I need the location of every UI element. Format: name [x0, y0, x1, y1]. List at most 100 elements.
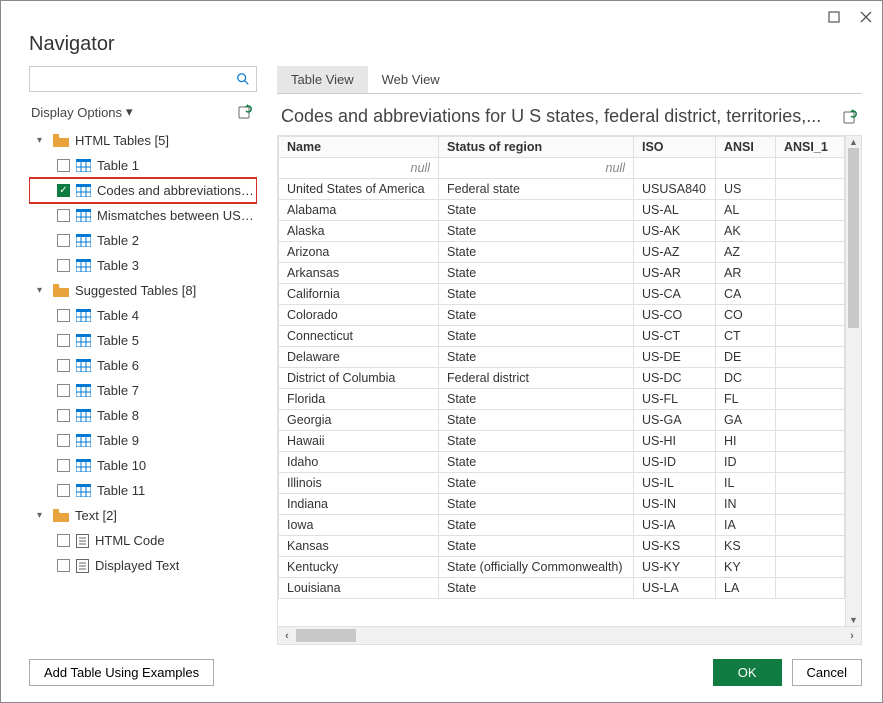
refresh-preview-icon[interactable] — [842, 109, 858, 125]
checkbox[interactable] — [57, 434, 70, 447]
tree-item-table[interactable]: Table 5 — [29, 328, 257, 353]
tree-item-table[interactable]: Table 2 — [29, 228, 257, 253]
tree-group-label: Suggested Tables [8] — [75, 283, 196, 298]
scroll-thumb[interactable] — [848, 148, 859, 328]
tab-web-view[interactable]: Web View — [368, 66, 454, 93]
tree-item-table[interactable]: Table 7 — [29, 378, 257, 403]
tree-item-table[interactable]: Table 10 — [29, 453, 257, 478]
col-header-ansi[interactable]: ANSI — [716, 137, 776, 158]
ok-button[interactable]: OK — [713, 659, 782, 686]
cancel-button[interactable]: Cancel — [792, 659, 862, 686]
checkbox[interactable]: ✓ — [57, 184, 70, 197]
table-row[interactable]: CaliforniaStateUS-CACA — [279, 284, 845, 305]
tree-item-table[interactable]: Table 8 — [29, 403, 257, 428]
checkbox[interactable] — [57, 334, 70, 347]
cell-iso: US-HI — [634, 431, 716, 452]
tree-group-html-tables[interactable]: ▾ HTML Tables [5] — [29, 128, 257, 153]
table-row[interactable]: LouisianaStateUS-LALA — [279, 578, 845, 599]
cell-ansi: IN — [716, 494, 776, 515]
checkbox[interactable] — [57, 359, 70, 372]
checkbox[interactable] — [57, 159, 70, 172]
table-row[interactable]: IllinoisStateUS-ILIL — [279, 473, 845, 494]
tree-item-table[interactable]: Table 6 — [29, 353, 257, 378]
checkbox[interactable] — [57, 259, 70, 272]
checkbox[interactable] — [57, 484, 70, 497]
filter-ansi[interactable] — [716, 158, 776, 179]
vertical-scrollbar[interactable]: ▲ ▼ — [845, 136, 861, 626]
col-header-iso[interactable]: ISO — [634, 137, 716, 158]
tab-table-view[interactable]: Table View — [277, 66, 368, 93]
checkbox[interactable] — [57, 384, 70, 397]
cell-name: California — [279, 284, 439, 305]
display-options-dropdown[interactable]: Display Options ▾ — [31, 104, 133, 120]
tree-item-table[interactable]: Table 3 — [29, 253, 257, 278]
search-input[interactable] — [36, 71, 236, 88]
table-row[interactable]: ColoradoStateUS-COCO — [279, 305, 845, 326]
table-row[interactable]: IdahoStateUS-IDID — [279, 452, 845, 473]
cell-ansi: LA — [716, 578, 776, 599]
col-header-status[interactable]: Status of region — [439, 137, 634, 158]
tree-item-table[interactable]: Mismatches between USP... — [29, 203, 257, 228]
checkbox[interactable] — [57, 534, 70, 547]
maximize-icon[interactable] — [826, 9, 842, 25]
close-icon[interactable] — [858, 9, 874, 25]
horizontal-scrollbar[interactable]: ‹ › — [277, 627, 862, 645]
cell-status: State — [439, 389, 634, 410]
cell-iso: US-CO — [634, 305, 716, 326]
table-row[interactable]: IowaStateUS-IAIA — [279, 515, 845, 536]
cell-ansi1 — [776, 557, 845, 578]
filter-ansi1[interactable] — [776, 158, 845, 179]
search-box[interactable] — [29, 66, 257, 92]
tree-item-text[interactable]: Displayed Text — [29, 553, 257, 578]
table-row[interactable]: FloridaStateUS-FLFL — [279, 389, 845, 410]
col-header-ansi1[interactable]: ANSI_1 — [776, 137, 845, 158]
tree-item-label: Table 10 — [97, 458, 146, 473]
scroll-right-icon[interactable]: › — [843, 630, 861, 642]
tree-item-table[interactable]: Table 1 — [29, 153, 257, 178]
table-row[interactable]: ArkansasStateUS-ARAR — [279, 263, 845, 284]
tree-item-table[interactable]: Table 11 — [29, 478, 257, 503]
table-row[interactable]: United States of AmericaFederal stateUSU… — [279, 179, 845, 200]
cell-status: State — [439, 326, 634, 347]
table-row[interactable]: KentuckyState (officially Commonwealth)U… — [279, 557, 845, 578]
cell-ansi: AL — [716, 200, 776, 221]
table-row[interactable]: ArizonaStateUS-AZAZ — [279, 242, 845, 263]
checkbox[interactable] — [57, 409, 70, 422]
checkbox[interactable] — [57, 459, 70, 472]
tree-item-text[interactable]: HTML Code — [29, 528, 257, 553]
scroll-up-icon[interactable]: ▲ — [846, 136, 861, 148]
refresh-icon[interactable] — [237, 104, 253, 120]
table-row[interactable]: IndianaStateUS-ININ — [279, 494, 845, 515]
tree-group-label: HTML Tables [5] — [75, 133, 169, 148]
hscroll-thumb[interactable] — [296, 629, 356, 642]
table-row[interactable]: AlaskaStateUS-AKAK — [279, 221, 845, 242]
table-icon — [76, 384, 91, 397]
col-header-name[interactable]: Name — [279, 137, 439, 158]
tree-group-text[interactable]: ▾ Text [2] — [29, 503, 257, 528]
table-row[interactable]: GeorgiaStateUS-GAGA — [279, 410, 845, 431]
scroll-left-icon[interactable]: ‹ — [278, 630, 296, 642]
tree-item-table[interactable]: Table 9 — [29, 428, 257, 453]
table-row[interactable]: DelawareStateUS-DEDE — [279, 347, 845, 368]
filter-row: null null — [279, 158, 845, 179]
filter-iso[interactable] — [634, 158, 716, 179]
tree-item-table[interactable]: Table 4 — [29, 303, 257, 328]
table-row[interactable]: KansasStateUS-KSKS — [279, 536, 845, 557]
tree-item-table[interactable]: ✓Codes and abbreviations f... — [29, 178, 257, 203]
table-row[interactable]: ConnecticutStateUS-CTCT — [279, 326, 845, 347]
filter-name[interactable]: null — [279, 158, 439, 179]
filter-status[interactable]: null — [439, 158, 634, 179]
add-table-examples-button[interactable]: Add Table Using Examples — [29, 659, 214, 686]
table-row[interactable]: District of ColumbiaFederal districtUS-D… — [279, 368, 845, 389]
table-row[interactable]: AlabamaStateUS-ALAL — [279, 200, 845, 221]
window-title: Navigator — [1, 33, 882, 66]
tree-group-suggested[interactable]: ▾ Suggested Tables [8] — [29, 278, 257, 303]
checkbox[interactable] — [57, 234, 70, 247]
scroll-down-icon[interactable]: ▼ — [846, 614, 861, 626]
navigator-tree: ▾ HTML Tables [5] Table 1✓Codes and abbr… — [29, 128, 257, 645]
checkbox[interactable] — [57, 209, 70, 222]
checkbox[interactable] — [57, 559, 70, 572]
search-icon[interactable] — [236, 72, 250, 86]
table-row[interactable]: HawaiiStateUS-HIHI — [279, 431, 845, 452]
checkbox[interactable] — [57, 309, 70, 322]
